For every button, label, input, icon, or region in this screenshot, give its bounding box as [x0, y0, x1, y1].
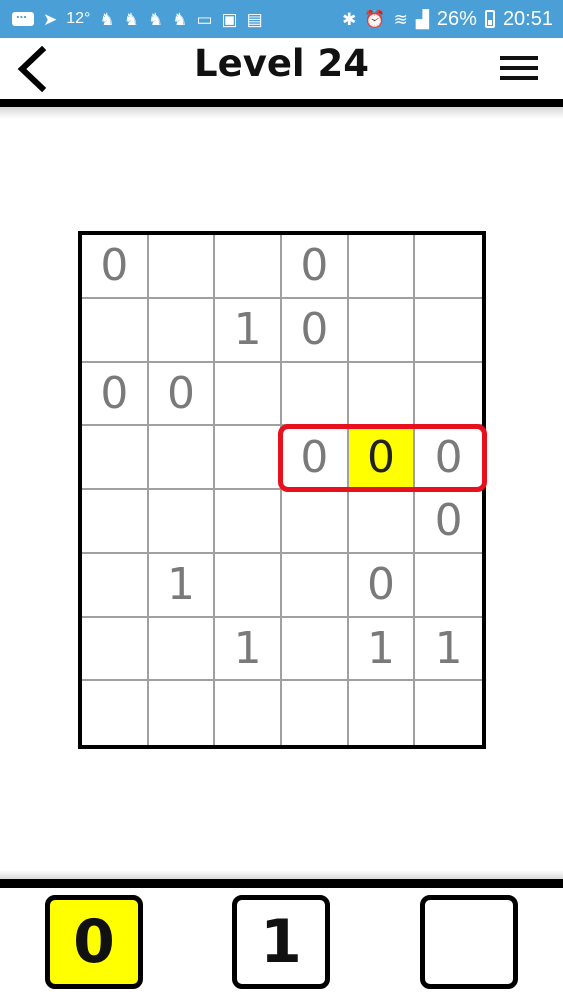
location-icon: ➤ [43, 9, 58, 29]
board-cell[interactable] [348, 298, 416, 363]
status-right: ✱ ⏰ ≋ ▟ 26% 20:51 [342, 8, 563, 31]
clipboard-icon: ▤ [246, 9, 263, 29]
board-cell[interactable] [281, 553, 349, 618]
header-divider [0, 99, 563, 107]
board-cell[interactable] [348, 362, 416, 427]
board-cell[interactable]: 0 [281, 298, 349, 363]
app-notification-icon: ♞ [99, 9, 115, 29]
board-cell[interactable] [149, 681, 216, 745]
board-cell[interactable]: 0 [281, 426, 349, 490]
board-cell[interactable]: 0 [348, 553, 416, 618]
clock: 20:51 [502, 7, 553, 30]
board-cell[interactable] [82, 617, 149, 682]
board-cell[interactable]: 1 [215, 298, 282, 363]
board-cell[interactable] [281, 490, 349, 554]
menu-icon [500, 56, 538, 60]
board-cell[interactable] [148, 235, 216, 299]
alarm-icon: ⏰ [364, 9, 386, 29]
bluetooth-icon: ✱ [342, 9, 357, 29]
board-cell[interactable] [82, 553, 149, 618]
app-notification-icon: ♞ [172, 9, 188, 29]
board-cell[interactable]: 0 [415, 490, 482, 554]
vr-icon: ▭ [196, 9, 213, 29]
temperature: 12° [66, 10, 91, 27]
board-cell[interactable] [348, 235, 416, 299]
board-cell[interactable] [148, 426, 216, 490]
puzzle-board: 001000000010111 [78, 231, 486, 749]
board-cell[interactable] [282, 681, 349, 745]
board-cell[interactable] [415, 681, 482, 745]
keypad-divider [0, 879, 563, 888]
board-cell[interactable] [415, 554, 482, 618]
board-cell[interactable] [348, 490, 416, 554]
board-cell[interactable]: 0 [82, 362, 149, 427]
key-zero-button[interactable]: 0 [45, 895, 143, 989]
signal-icon: ▟ [415, 9, 429, 29]
board-cell[interactable] [82, 426, 149, 490]
board-cell[interactable] [415, 363, 482, 427]
board-cell[interactable] [215, 362, 282, 427]
status-bar: ➤ 12° ♞ ♞ ♞ ♞ ▭ ▣ ▤ ✱ ⏰ ≋ ▟ 26% 20:51 [0, 0, 563, 38]
board-cell[interactable]: 0 [348, 426, 416, 490]
board-cell[interactable] [415, 235, 482, 299]
menu-button[interactable] [500, 56, 538, 82]
status-left: ➤ 12° ♞ ♞ ♞ ♞ ▭ ▣ ▤ [0, 6, 263, 29]
wifi-icon: ≋ [393, 9, 408, 29]
board-cell[interactable] [82, 681, 149, 745]
board-cell[interactable] [281, 362, 349, 427]
app-notification-icon: ♞ [123, 9, 139, 29]
app-notification-icon: ♞ [147, 9, 164, 29]
board-cell[interactable]: 0 [415, 426, 482, 490]
board-cell[interactable]: 1 [415, 618, 482, 682]
board-cell[interactable] [215, 235, 282, 299]
board-cell[interactable]: 1 [215, 617, 282, 682]
board-cell[interactable]: 0 [82, 235, 149, 299]
board-cell[interactable]: 0 [281, 235, 349, 299]
messages-icon [12, 6, 34, 26]
board-cell[interactable] [82, 298, 149, 363]
board-cell[interactable] [215, 553, 282, 618]
key-clear-button[interactable] [420, 895, 518, 989]
board-cell[interactable] [215, 426, 282, 490]
board-cell[interactable] [349, 681, 416, 745]
board-cell[interactable] [415, 299, 482, 363]
battery-percent: 26% [436, 7, 477, 30]
keypad-shadow [0, 870, 563, 879]
board-cell[interactable] [148, 298, 216, 363]
board-cell[interactable]: 0 [148, 362, 216, 427]
gallery-icon: ▣ [221, 9, 238, 29]
header-shadow [0, 107, 563, 119]
board-cell[interactable] [215, 490, 282, 554]
battery-icon [484, 10, 495, 28]
app-header: Level 24 [0, 38, 563, 100]
board-cell[interactable] [82, 490, 149, 554]
board-cell[interactable]: 1 [348, 617, 416, 682]
board-cell[interactable]: 1 [148, 553, 216, 618]
board-cell[interactable] [148, 617, 216, 682]
page-title: Level 24 [194, 42, 369, 85]
board-cell[interactable] [281, 617, 349, 682]
board-cell[interactable] [215, 681, 282, 745]
key-one-button[interactable]: 1 [232, 895, 330, 989]
board-cell[interactable] [148, 490, 216, 554]
